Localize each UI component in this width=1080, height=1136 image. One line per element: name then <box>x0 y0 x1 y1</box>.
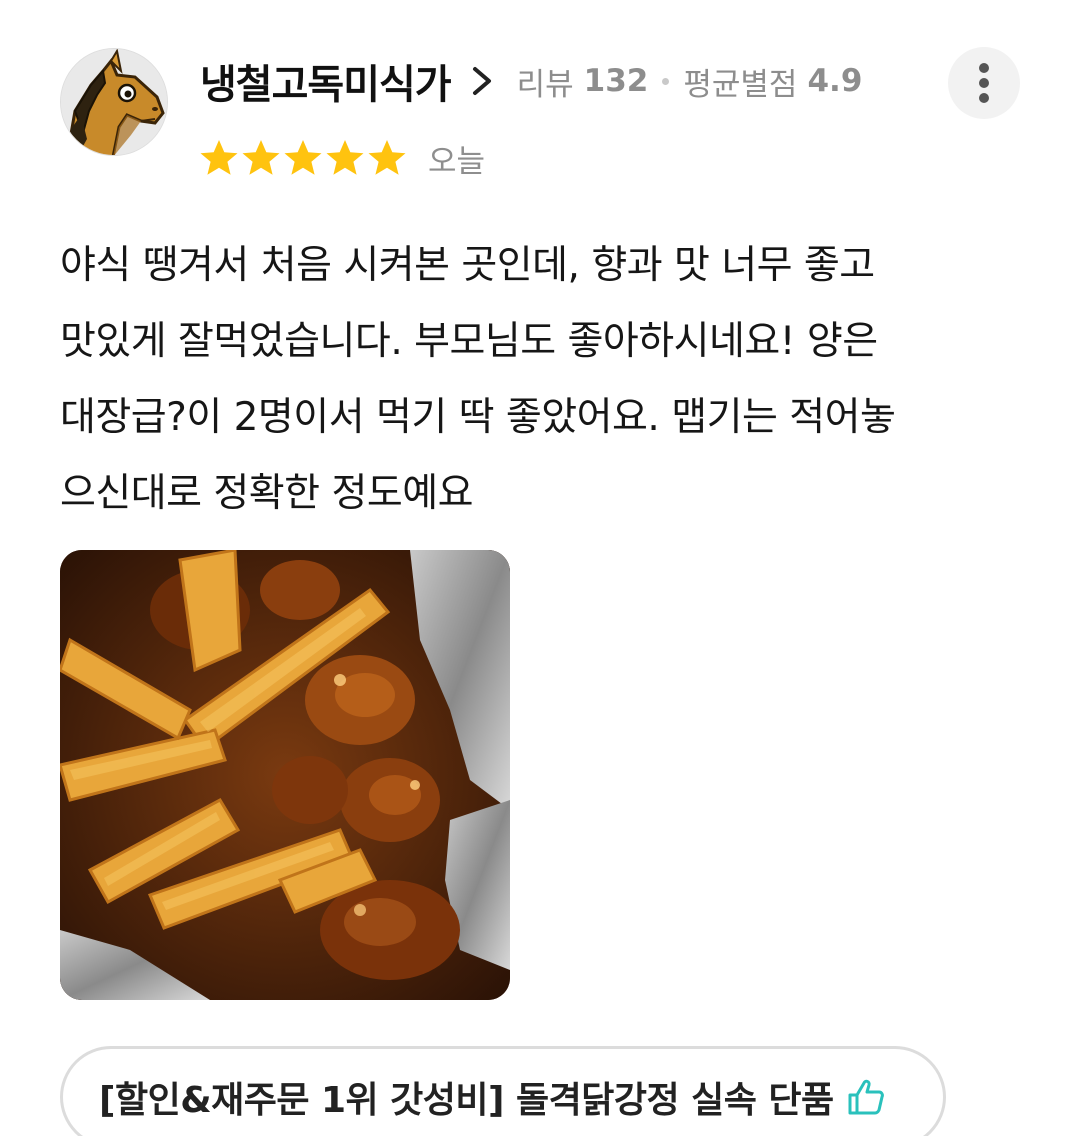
star-icon <box>326 140 364 175</box>
average-rating-value: 4.9 <box>807 63 863 99</box>
ordered-menu-chip[interactable]: [할인&재주문 1위 갓성비] 돌격닭강정 실속 단품 <box>60 1046 946 1136</box>
review-line: 대장급?이 2명이서 먹기 딱 좋았어요. 맵기는 적어놓 <box>60 395 896 440</box>
vertical-dots-icon <box>979 63 989 103</box>
review-count-stat: 리뷰 132 <box>517 59 649 104</box>
review-count-label: 리뷰 <box>516 66 574 103</box>
review-date: 오늘 <box>428 143 486 180</box>
thumbs-up-icon <box>848 1079 884 1115</box>
review-line: 야식 땡겨서 처음 시켜본 곳인데, 향과 맛 너무 좋고 <box>60 243 875 288</box>
star-icon <box>368 140 406 175</box>
review-line: 맛있게 잘먹었습니다. 부모님도 좋아하시네요! 양은 <box>60 319 878 364</box>
star-icon <box>242 140 280 175</box>
star-rating <box>198 137 408 179</box>
average-rating-stat: 평균별점 4.9 <box>683 59 862 104</box>
average-rating-label: 평균별점 <box>683 66 798 103</box>
review-line: 으신대로 정확한 정도예요 <box>60 471 473 516</box>
reviewer-nickname[interactable]: 냉철고독미식가 <box>200 52 452 110</box>
review-count-value: 132 <box>583 63 649 99</box>
reviewer-info-row: 냉철고독미식가 리뷰 132 평균별점 4.9 <box>200 52 862 110</box>
separator-dot <box>662 77 670 85</box>
star-icon <box>200 140 238 175</box>
review-card: 냉철고독미식가 리뷰 132 평균별점 4.9 오늘 야식 땡겨서 처음 시켜본… <box>0 0 1080 1136</box>
star-icon <box>284 140 322 175</box>
review-text: 야식 땡겨서 처음 시켜본 곳인데, 향과 맛 너무 좋고 맛있게 잘먹었습니다… <box>60 228 1030 532</box>
reviewer-avatar[interactable] <box>60 48 168 156</box>
chevron-right-icon[interactable] <box>469 65 495 97</box>
review-photo[interactable] <box>60 550 510 1000</box>
rating-row: 오늘 <box>198 134 485 182</box>
food-photo-image <box>60 550 510 1000</box>
menu-name: [할인&재주문 1위 갓성비] 돌격닭강정 실속 단품 <box>99 1080 834 1121</box>
horse-mask-icon <box>61 49 167 155</box>
more-options-button[interactable] <box>948 47 1020 119</box>
